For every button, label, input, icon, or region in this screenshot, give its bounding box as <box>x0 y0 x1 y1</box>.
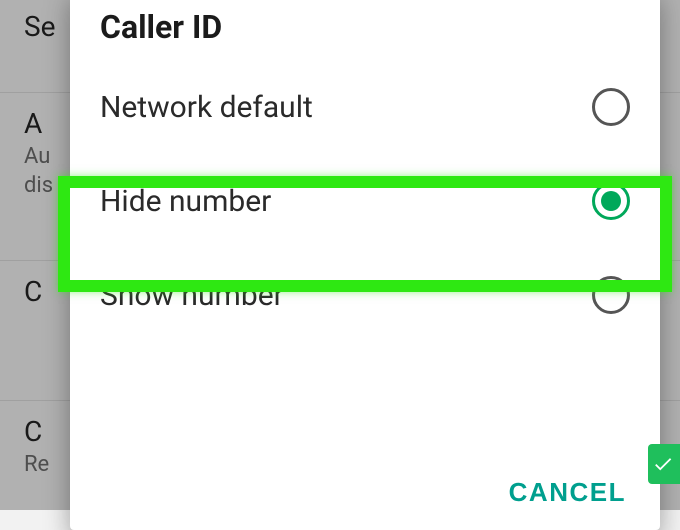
option-show-number[interactable]: Show number <box>70 248 660 342</box>
check-badge <box>648 444 680 484</box>
option-label: Show number <box>100 278 284 313</box>
option-hide-number[interactable]: Hide number <box>70 154 660 248</box>
option-label: Hide number <box>100 184 271 219</box>
check-icon <box>652 453 674 475</box>
radio-icon <box>592 88 630 126</box>
radio-icon-selected <box>592 182 630 220</box>
option-network-default[interactable]: Network default <box>70 60 660 154</box>
caller-id-dialog: Caller ID Network default Hide number Sh… <box>70 0 660 530</box>
dialog-actions: CANCEL <box>70 461 660 530</box>
cancel-button[interactable]: CANCEL <box>509 477 626 508</box>
dialog-title: Caller ID <box>70 8 660 60</box>
radio-icon <box>592 276 630 314</box>
option-label: Network default <box>100 90 313 125</box>
